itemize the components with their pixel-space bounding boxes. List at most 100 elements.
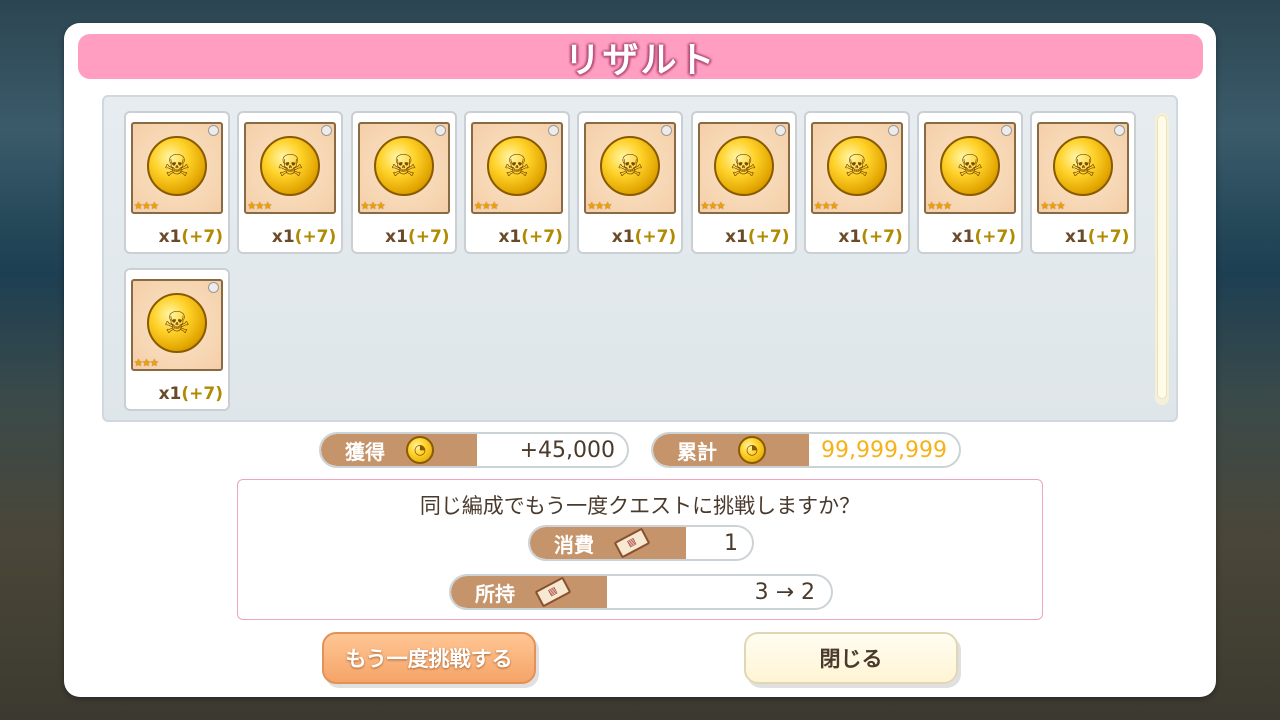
reward-bonus-value: (+7) [521,227,563,247]
gear-icon [547,125,559,136]
cost-label-box: 消費 [530,527,686,559]
reward-count: x1(+7) [612,227,676,247]
result-dialog: リザルト ☠ ★★★ x1(+7) ☠ ★★★ x1(+7) ☠ ★★★ x1(+7) ☠ ★★★ x… [64,23,1216,697]
reward-count-value: x1 [158,227,182,247]
total-label-box: 累計 [653,434,809,466]
reward-list: ☠ ★★★ x1(+7) ☠ ★★★ x1(+7) ☠ ★★★ x1(+7) ☠ ★★★ x1(+7)… [102,95,1178,422]
reward-bonus-value: (+7) [1087,227,1130,247]
gained-label-box: 獲得 [321,434,477,466]
coin-icon: ◔ [406,436,434,464]
owned-value: 3 → 2 [754,579,815,605]
reward-card[interactable]: ☠ ★★★ x1(+7) [463,111,570,254]
reward-card[interactable]: ☠ ★★★ x1(+7) [124,268,230,411]
rarity-stars: ★★★ [134,358,159,369]
close-button[interactable]: 閉じる [744,632,958,684]
gained-label: 獲得 [345,439,385,464]
gained-pill: 獲得 ◔ +45,000 [319,432,629,468]
rarity-stars: ★★★ [927,201,952,212]
rarity-stars: ★★★ [700,201,726,212]
scrollbar[interactable] [1155,113,1169,405]
reward-card[interactable]: ☠ ★★★ x1(+7) [577,111,684,254]
reward-art: ☠ ★★★ [1037,122,1130,214]
total-pill: 累計 ◔ 99,999,999 [651,432,961,468]
reward-art: ☠ ★★★ [584,122,677,214]
reward-card[interactable]: ☠ ★★★ x1(+7) [124,111,230,254]
gold-skull-coin-icon: ☠ [940,136,1001,196]
reward-count-value: x1 [951,227,975,247]
owned-label: 所持 [475,581,515,606]
gold-skull-coin-icon: ☠ [260,136,321,196]
dialog-title: リザルト [564,39,717,81]
reward-card[interactable]: ☠ ★★★ x1(+7) [690,111,797,254]
gold-skull-coin-icon: ☠ [1053,136,1114,196]
rarity-stars: ★★★ [360,201,386,212]
reward-card[interactable]: ☠ ★★★ x1(+7) [1030,111,1137,254]
gold-skull-coin-icon: ☠ [713,136,774,196]
reward-count-value: x1 [725,227,748,247]
gear-icon [774,125,786,136]
cost-label: 消費 [554,532,594,557]
gear-icon [661,125,673,136]
reward-count: x1(+7) [498,227,562,247]
retry-panel: 同じ編成でもう一度クエストに挑戦しますか？ 消費 ▤ 1 所持 ▤ 3 → 2 [237,479,1043,620]
reward-count: x1(+7) [952,227,1016,247]
reward-count: x1(+7) [1065,227,1129,247]
reward-count-value: x1 [611,227,635,247]
gear-icon [887,125,899,136]
reward-card[interactable]: ☠ ★★★ x1(+7) [803,111,910,254]
reward-count: x1(+7) [838,227,902,247]
rarity-stars: ★★★ [473,201,499,212]
gear-icon [434,125,446,136]
gear-icon [1114,125,1126,136]
reward-card[interactable]: ☠ ★★★ x1(+7) [917,111,1024,254]
coin-icon: ◔ [738,436,766,464]
gold-skull-coin-icon: ☠ [147,293,207,353]
reward-count: x1(+7) [159,384,223,404]
cost-value: 1 [724,530,738,556]
reward-card[interactable]: ☠ ★★★ x1(+7) [350,111,457,254]
gold-skull-coin-icon: ☠ [826,136,887,196]
reward-count-value: x1 [271,227,295,247]
scrollbar-thumb[interactable] [1157,115,1167,399]
reward-art: ☠ ★★★ [131,279,223,371]
reward-count-value: x1 [385,227,408,247]
gear-icon [1001,125,1013,136]
reward-bonus-value: (+7) [974,227,1017,247]
reward-art: ☠ ★★★ [697,122,790,214]
cost-pill: 消費 ▤ 1 [528,525,754,561]
title-bar: リザルト [78,34,1203,81]
reward-bonus-value: (+7) [181,384,223,404]
gained-value: +45,000 [519,437,615,463]
total-label: 累計 [677,439,717,464]
reward-count: x1(+7) [159,227,223,247]
reward-art: ☠ ★★★ [810,122,903,214]
gold-skull-coin-icon: ☠ [486,136,547,196]
reward-count-value: x1 [498,227,522,247]
owned-label-box: 所持 [451,576,607,608]
reward-bonus-value: (+7) [294,227,337,247]
reward-card[interactable]: ☠ ★★★ x1(+7) [237,111,344,254]
gold-skull-coin-icon: ☠ [147,136,207,196]
reward-count-value: x1 [838,227,862,247]
reward-bonus-value: (+7) [407,227,450,247]
reward-bonus-value: (+7) [181,227,223,247]
rarity-stars: ★★★ [1040,201,1065,212]
retry-question: 同じ編成でもう一度クエストに挑戦しますか？ [419,494,861,518]
gear-icon [321,125,333,136]
rarity-stars: ★★★ [247,201,272,212]
reward-bonus-value: (+7) [634,227,677,247]
reward-art: ☠ ★★★ [924,122,1017,214]
reward-art: ☠ ★★★ [131,122,223,214]
retry-button[interactable]: もう一度挑戦する [322,632,536,684]
reward-art: ☠ ★★★ [470,122,563,214]
gear-icon [208,125,219,136]
rarity-stars: ★★★ [587,201,612,212]
reward-count-value: x1 [158,384,182,404]
reward-art: ☠ ★★★ [357,122,450,214]
reward-count-value: x1 [1064,227,1088,247]
total-value: 99,999,999 [821,437,947,463]
reward-art: ☠ ★★★ [244,122,337,214]
gold-skull-coin-icon: ☠ [600,136,661,196]
gear-icon [208,282,219,293]
reward-count: x1(+7) [725,227,789,247]
